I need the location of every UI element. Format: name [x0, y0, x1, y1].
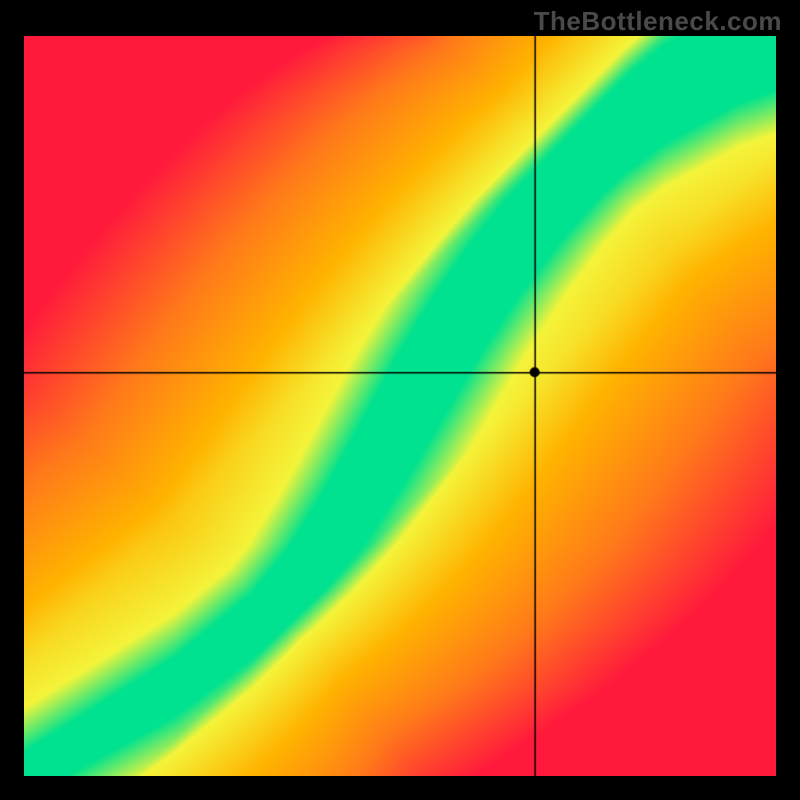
watermark-text: TheBottleneck.com	[534, 6, 782, 37]
heatmap-canvas	[24, 36, 776, 776]
chart-frame: TheBottleneck.com	[0, 0, 800, 800]
